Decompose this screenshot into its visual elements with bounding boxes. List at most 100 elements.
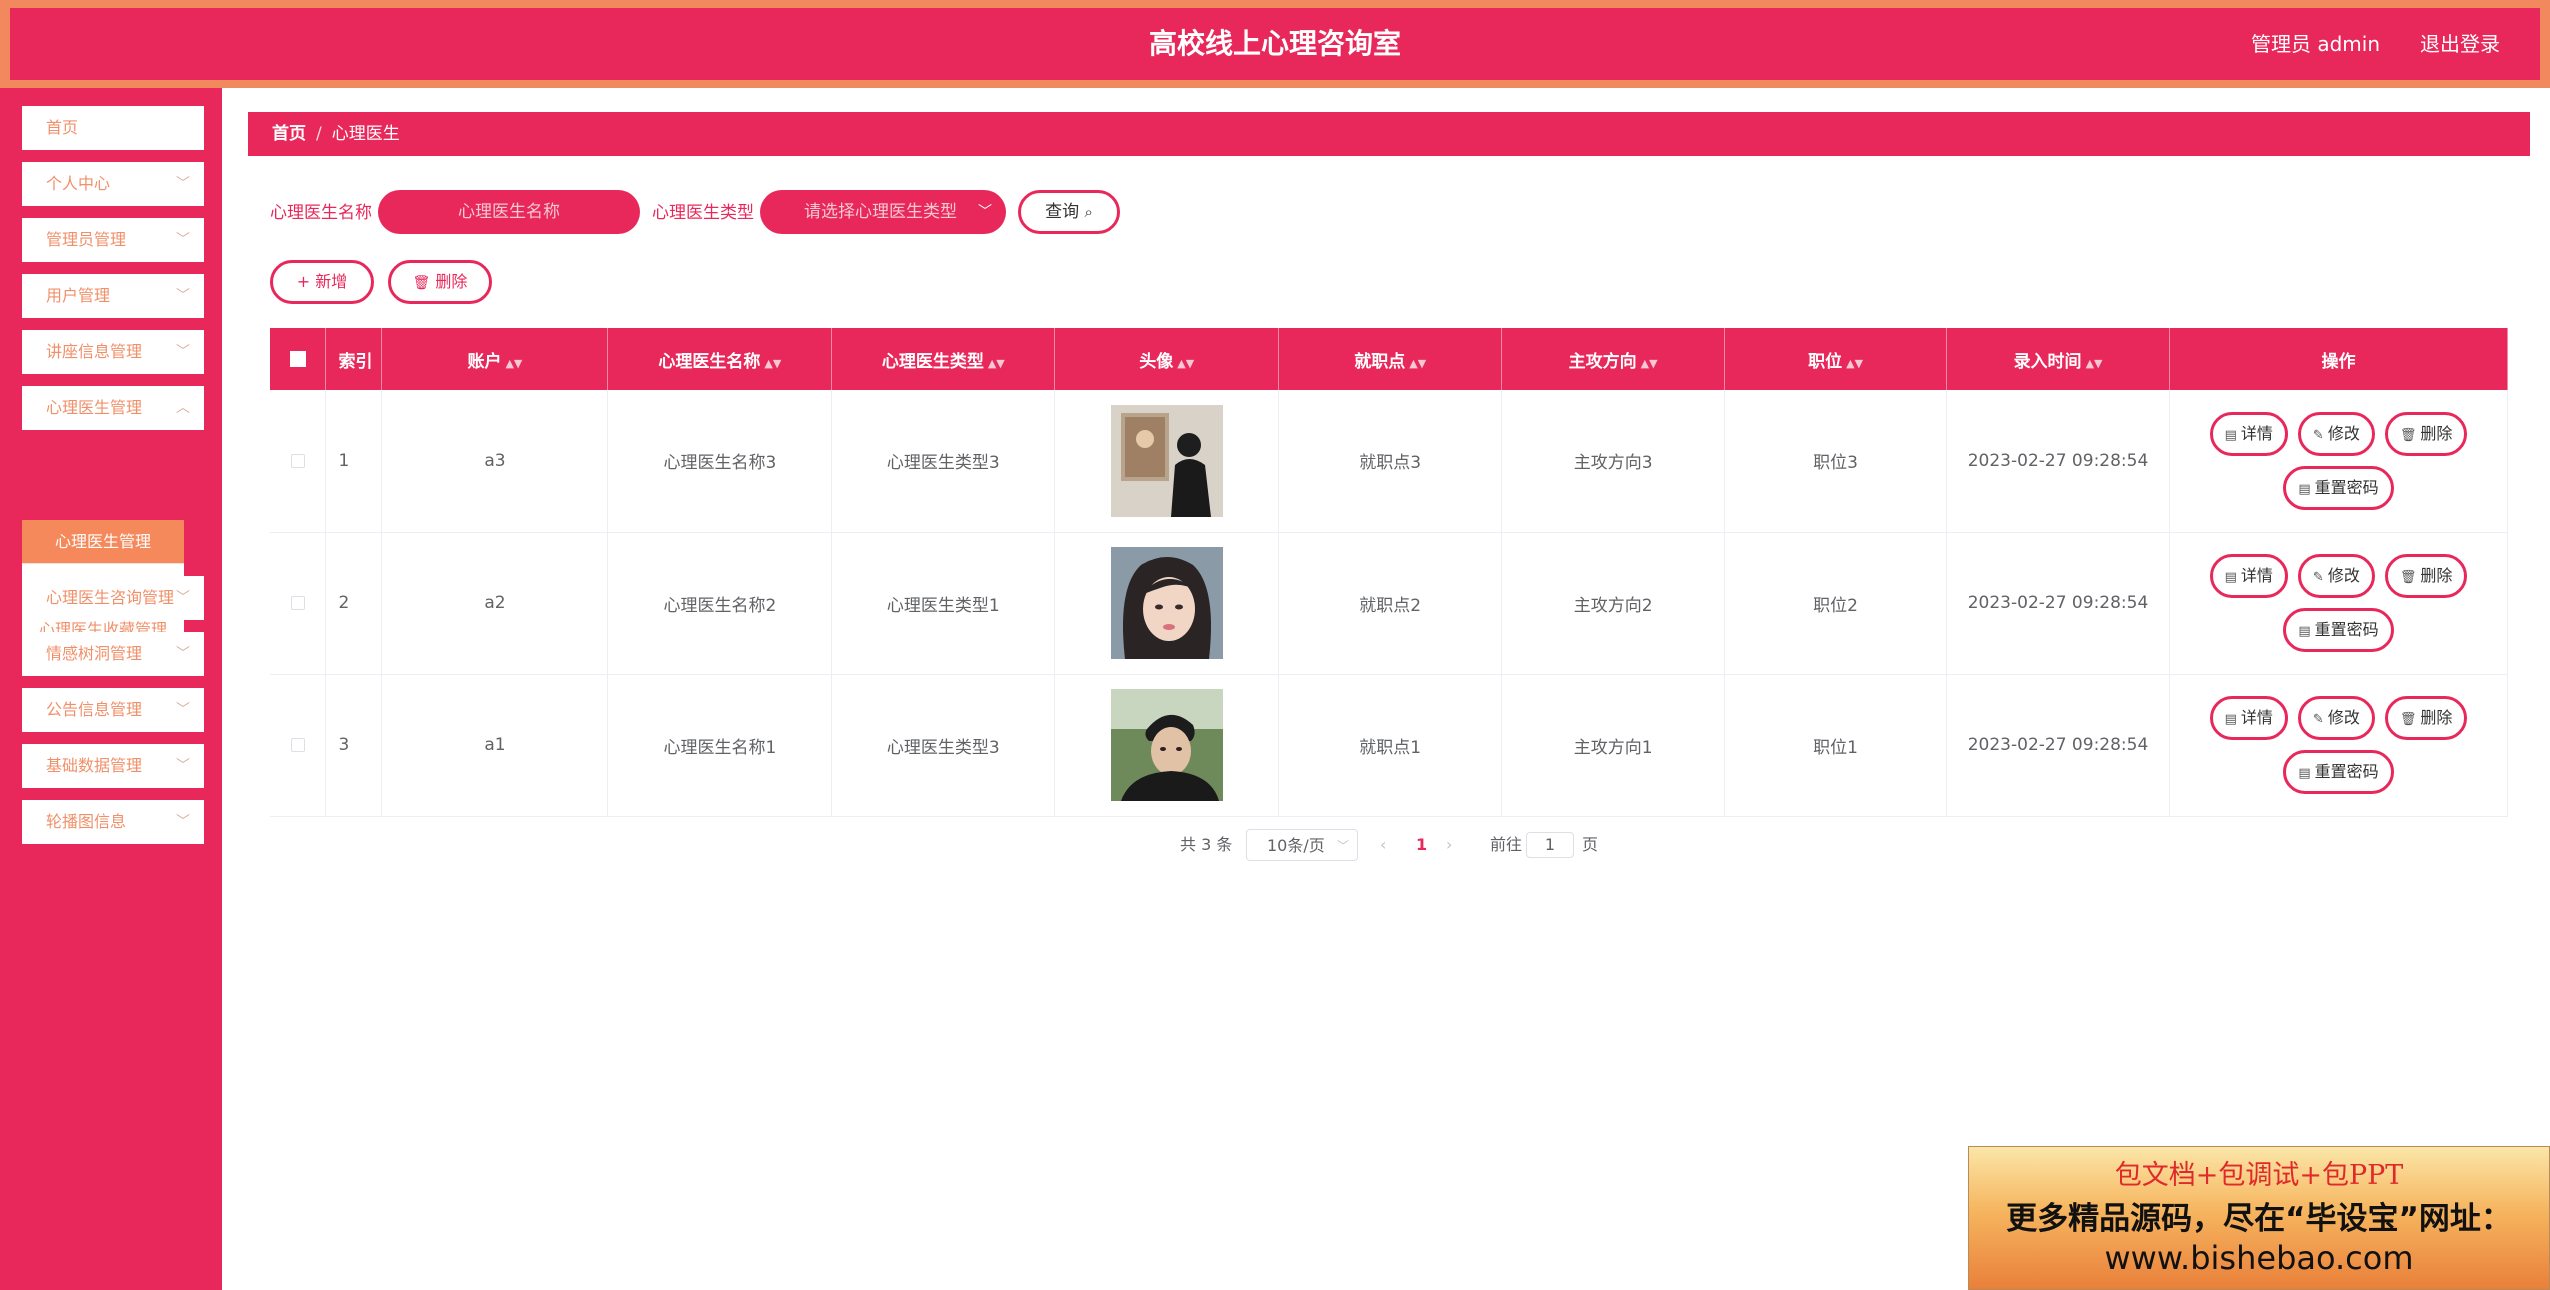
- edit-button[interactable]: ✎ 修改: [2297, 554, 2375, 598]
- edit-label: 修改: [2327, 708, 2360, 727]
- cell-workplace: 就职点3: [1278, 390, 1503, 533]
- sort-icon[interactable]: ▲▼: [988, 357, 1005, 370]
- sort-icon[interactable]: ▲▼: [2086, 357, 2103, 370]
- query-button-label: 查询: [1045, 202, 1080, 222]
- cell-direction: 主攻方向3: [1501, 390, 1726, 533]
- logout-button[interactable]: 退出登录: [2420, 8, 2500, 80]
- prev-page-icon[interactable]: ‹: [1380, 829, 1386, 861]
- sidebar: 首页 个人中心 ﹀ 管理员管理 ﹀ 用户管理 ﹀ 讲座信息管理 ﹀ 心理医生管理 ︿ 心理…: [0, 88, 222, 1290]
- col-workplace[interactable]: 就职点 ▲▼: [1278, 328, 1503, 390]
- header-bar: 高校线上心理咨询室 管理员 admin 退出登录: [0, 0, 2550, 88]
- page-number-current[interactable]: 1: [1416, 829, 1427, 861]
- delete-label: 删除: [2420, 566, 2453, 585]
- reset-password-button[interactable]: ▤ 重置密码: [2283, 465, 2394, 510]
- chevron-down-icon: ﹀: [176, 758, 190, 774]
- cell-index: 3: [325, 674, 383, 817]
- delete-button[interactable]: 🗑 删除: [2384, 554, 2468, 598]
- cell-workplace: 就职点2: [1278, 532, 1503, 675]
- sidebar-item-lecture-management[interactable]: 讲座信息管理 ﹀: [22, 330, 204, 374]
- sort-icon[interactable]: ▲▼: [1641, 357, 1658, 370]
- cell-position: 职位1: [1724, 674, 1948, 817]
- next-page-icon[interactable]: ›: [1446, 829, 1452, 861]
- sort-icon[interactable]: ▲▼: [505, 357, 522, 370]
- sidebar-item-user-management[interactable]: 用户管理 ﹀: [22, 274, 204, 318]
- sidebar-item-label: 用户管理: [46, 286, 111, 305]
- batch-delete-button[interactable]: 🗑 删除: [388, 260, 492, 304]
- col-direction[interactable]: 主攻方向 ▲▼: [1501, 328, 1726, 390]
- sidebar-item-personal-center[interactable]: 个人中心 ﹀: [22, 162, 204, 206]
- trash-icon: 🗑: [2399, 570, 2417, 585]
- sort-icon[interactable]: ▲▼: [1409, 357, 1426, 370]
- doctor-name-input[interactable]: 心理医生名称: [378, 190, 640, 234]
- submenu-item-doctor-management[interactable]: 心理医生管理: [22, 520, 184, 564]
- col-position-label: 职位: [1808, 351, 1843, 372]
- delete-label: 删除: [2420, 423, 2453, 443]
- document-icon: ▤: [2298, 481, 2311, 497]
- detail-label: 详情: [2240, 423, 2273, 443]
- cell-position: 职位2: [1724, 532, 1948, 675]
- query-button[interactable]: 查询 ⌕: [1018, 190, 1120, 234]
- col-account[interactable]: 账户 ▲▼: [381, 328, 609, 390]
- doctor-avatar-image: [1110, 547, 1223, 659]
- cell-operations: ▤ 详情 ✎ 修改 🗑 删除 ▤ 重置密码: [2169, 532, 2508, 675]
- goto-page-input[interactable]: 1: [1526, 832, 1574, 858]
- add-button[interactable]: + 新增: [270, 260, 374, 304]
- reset-password-label: 重置密码: [2314, 477, 2379, 497]
- sidebar-item-carousel-info[interactable]: 轮播图信息 ﹀: [22, 800, 204, 844]
- edit-button[interactable]: ✎ 修改: [2297, 411, 2375, 456]
- cell-account: a1: [381, 674, 609, 817]
- sort-icon[interactable]: ▲▼: [764, 357, 781, 370]
- goto-suffix: 页: [1582, 835, 1599, 854]
- edit-button[interactable]: ✎ 修改: [2297, 696, 2375, 740]
- detail-button[interactable]: ▤ 详情: [2209, 554, 2288, 598]
- sidebar-item-consultation-management[interactable]: 心理医生咨询管理 ﹀: [22, 576, 204, 620]
- col-doctor-type[interactable]: 心理医生类型 ▲▼: [831, 328, 1056, 390]
- row-checkbox[interactable]: [290, 596, 305, 610]
- app-title: 高校线上心理咨询室: [1148, 27, 1401, 60]
- search-icon: ⌕: [1084, 203, 1093, 221]
- cell-account: a2: [381, 532, 609, 675]
- col-doctor-name[interactable]: 心理医生名称 ▲▼: [607, 328, 833, 390]
- breadcrumb-home-link[interactable]: 首页: [272, 124, 306, 144]
- delete-button[interactable]: 🗑 删除: [2384, 411, 2468, 456]
- reset-password-button[interactable]: ▤ 重置密码: [2283, 608, 2394, 652]
- cell-doctor-name: 心理医生名称3: [607, 390, 833, 533]
- doctor-table: 索引 账户 ▲▼ 心理医生名称 ▲▼ 心理医生类型 ▲▼ 头像 ▲▼ 就职点 ▲▼ 主攻方…: [270, 328, 2508, 817]
- table-row: 2 a2 心理医生名称2 心理医生类型1 就职点2 主攻方向2 职位2 2023…: [270, 532, 2508, 675]
- select-all-checkbox[interactable]: [289, 351, 306, 367]
- sidebar-item-label: 情感树洞管理: [46, 644, 143, 663]
- reset-password-label: 重置密码: [2314, 762, 2379, 781]
- promo-url: www.bishebao.com: [2104, 1239, 2414, 1277]
- sidebar-item-home[interactable]: 首页: [22, 106, 204, 150]
- col-doctor-type-label: 心理医生类型: [881, 351, 984, 372]
- reset-password-button[interactable]: ▤ 重置密码: [2283, 750, 2394, 794]
- sidebar-item-doctor-management[interactable]: 心理医生管理 ︿: [22, 386, 204, 430]
- sidebar-item-notice-management[interactable]: 公告信息管理 ﹀: [22, 688, 204, 732]
- document-icon: ▤: [2298, 766, 2311, 781]
- col-avatar[interactable]: 头像 ▲▼: [1054, 328, 1280, 390]
- delete-button[interactable]: 🗑 删除: [2384, 696, 2468, 740]
- col-entry-time[interactable]: 录入时间 ▲▼: [1946, 328, 2170, 390]
- sidebar-item-base-data-management[interactable]: 基础数据管理 ﹀: [22, 744, 204, 788]
- row-checkbox[interactable]: [290, 453, 305, 468]
- sort-icon[interactable]: ▲▼: [1177, 357, 1194, 370]
- cell-entry-time: 2023-02-27 09:28:54: [1946, 532, 2170, 675]
- detail-button[interactable]: ▤ 详情: [2209, 411, 2288, 456]
- select-all-header[interactable]: [270, 328, 327, 390]
- cell-index: 1: [325, 390, 383, 533]
- page-size-select[interactable]: 10条/页 ﹀: [1246, 829, 1358, 861]
- col-position[interactable]: 职位 ▲▼: [1724, 328, 1948, 390]
- doctor-avatar-image: [1110, 404, 1223, 517]
- row-checkbox[interactable]: [290, 738, 305, 752]
- plus-icon: +: [296, 272, 311, 291]
- col-workplace-label: 就职点: [1354, 351, 1406, 372]
- add-button-label: 新增: [315, 272, 348, 291]
- cell-direction: 主攻方向1: [1501, 674, 1726, 817]
- doctor-type-select[interactable]: 请选择心理医生类型 ﹀: [760, 190, 1006, 234]
- sort-icon[interactable]: ▲▼: [1846, 357, 1863, 370]
- sidebar-item-admin-management[interactable]: 管理员管理 ﹀: [22, 218, 204, 262]
- chevron-down-icon: ﹀: [176, 702, 190, 718]
- doctor-type-placeholder: 请选择心理医生类型: [804, 202, 957, 222]
- detail-button[interactable]: ▤ 详情: [2209, 696, 2288, 740]
- sidebar-item-tree-hole-management[interactable]: 情感树洞管理 ﹀: [22, 632, 204, 676]
